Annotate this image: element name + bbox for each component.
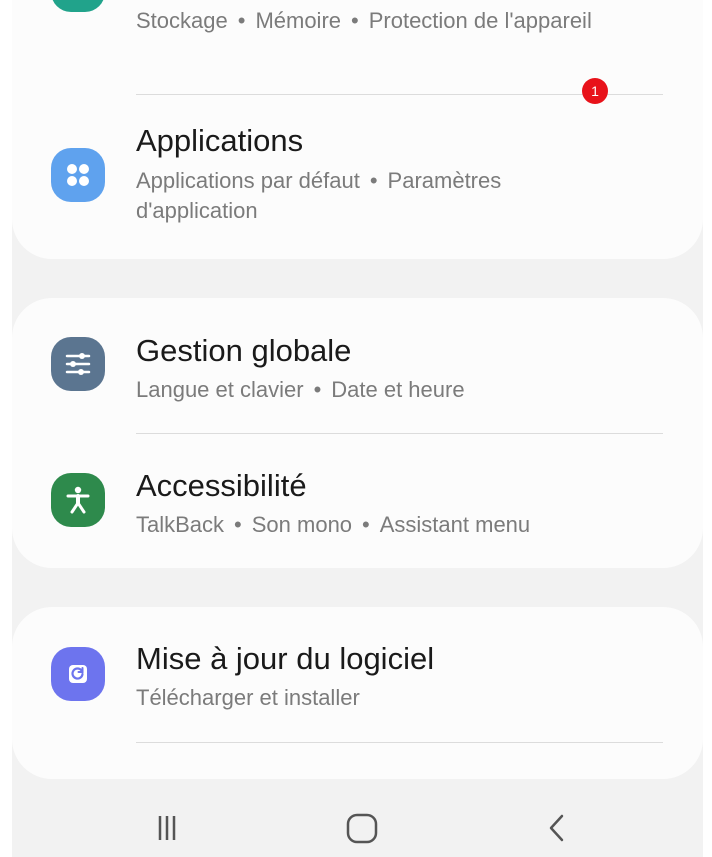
divider bbox=[136, 742, 663, 743]
settings-item-general-management[interactable]: Gestion globale Langue et clavier • Date e… bbox=[12, 298, 703, 433]
settings-card-top: Stockage • Mémoire • Protection de l'apparei… bbox=[12, 0, 703, 259]
back-button[interactable] bbox=[527, 798, 587, 857]
settings-item-title: Applications bbox=[136, 123, 304, 158]
settings-item-software-update[interactable]: Mise à jour du logiciel Télécharger et i… bbox=[12, 607, 703, 742]
settings-item-title: Mise à jour du logiciel bbox=[136, 641, 435, 676]
settings-item-subtitle: Télécharger et installer bbox=[136, 685, 360, 710]
settings-item-title: Gestion globale bbox=[136, 333, 352, 368]
sliders-icon bbox=[51, 337, 105, 391]
system-navigation-bar bbox=[12, 780, 703, 857]
settings-item-subtitle: Langue et clavier • Date et heure bbox=[136, 377, 465, 402]
device-care-icon bbox=[51, 0, 105, 12]
settings-item-subtitle: Stockage • Mémoire • Protection de l'apparei… bbox=[136, 8, 592, 33]
accessibility-person-icon bbox=[51, 473, 105, 527]
settings-item-applications[interactable]: Applications 1 Applications par défaut • P… bbox=[12, 78, 703, 259]
software-update-icon bbox=[51, 647, 105, 701]
home-icon bbox=[346, 813, 378, 844]
settings-item-subtitle: Applications par défaut • Paramètres d'app… bbox=[136, 168, 502, 223]
settings-item-title: Accessibilité bbox=[136, 468, 307, 503]
recents-icon bbox=[158, 816, 176, 840]
apps-grid-icon bbox=[51, 148, 105, 202]
notification-badge: 1 bbox=[582, 78, 608, 104]
settings-item-accessibility[interactable]: Accessibilité TalkBack • Son mono • Assistan… bbox=[12, 434, 703, 568]
back-icon bbox=[549, 814, 564, 842]
settings-item-subtitle: TalkBack • Son mono • Assistant menu bbox=[136, 512, 531, 537]
settings-screen: Stockage • Mémoire • Protection de l'apparei… bbox=[12, 0, 703, 857]
settings-card-bottom: Mise à jour du logiciel Télécharger et i… bbox=[12, 607, 703, 779]
settings-card-middle: Gestion globale Langue et clavier • Date e… bbox=[12, 298, 703, 568]
recents-button[interactable] bbox=[137, 798, 197, 857]
home-button[interactable] bbox=[332, 798, 392, 857]
